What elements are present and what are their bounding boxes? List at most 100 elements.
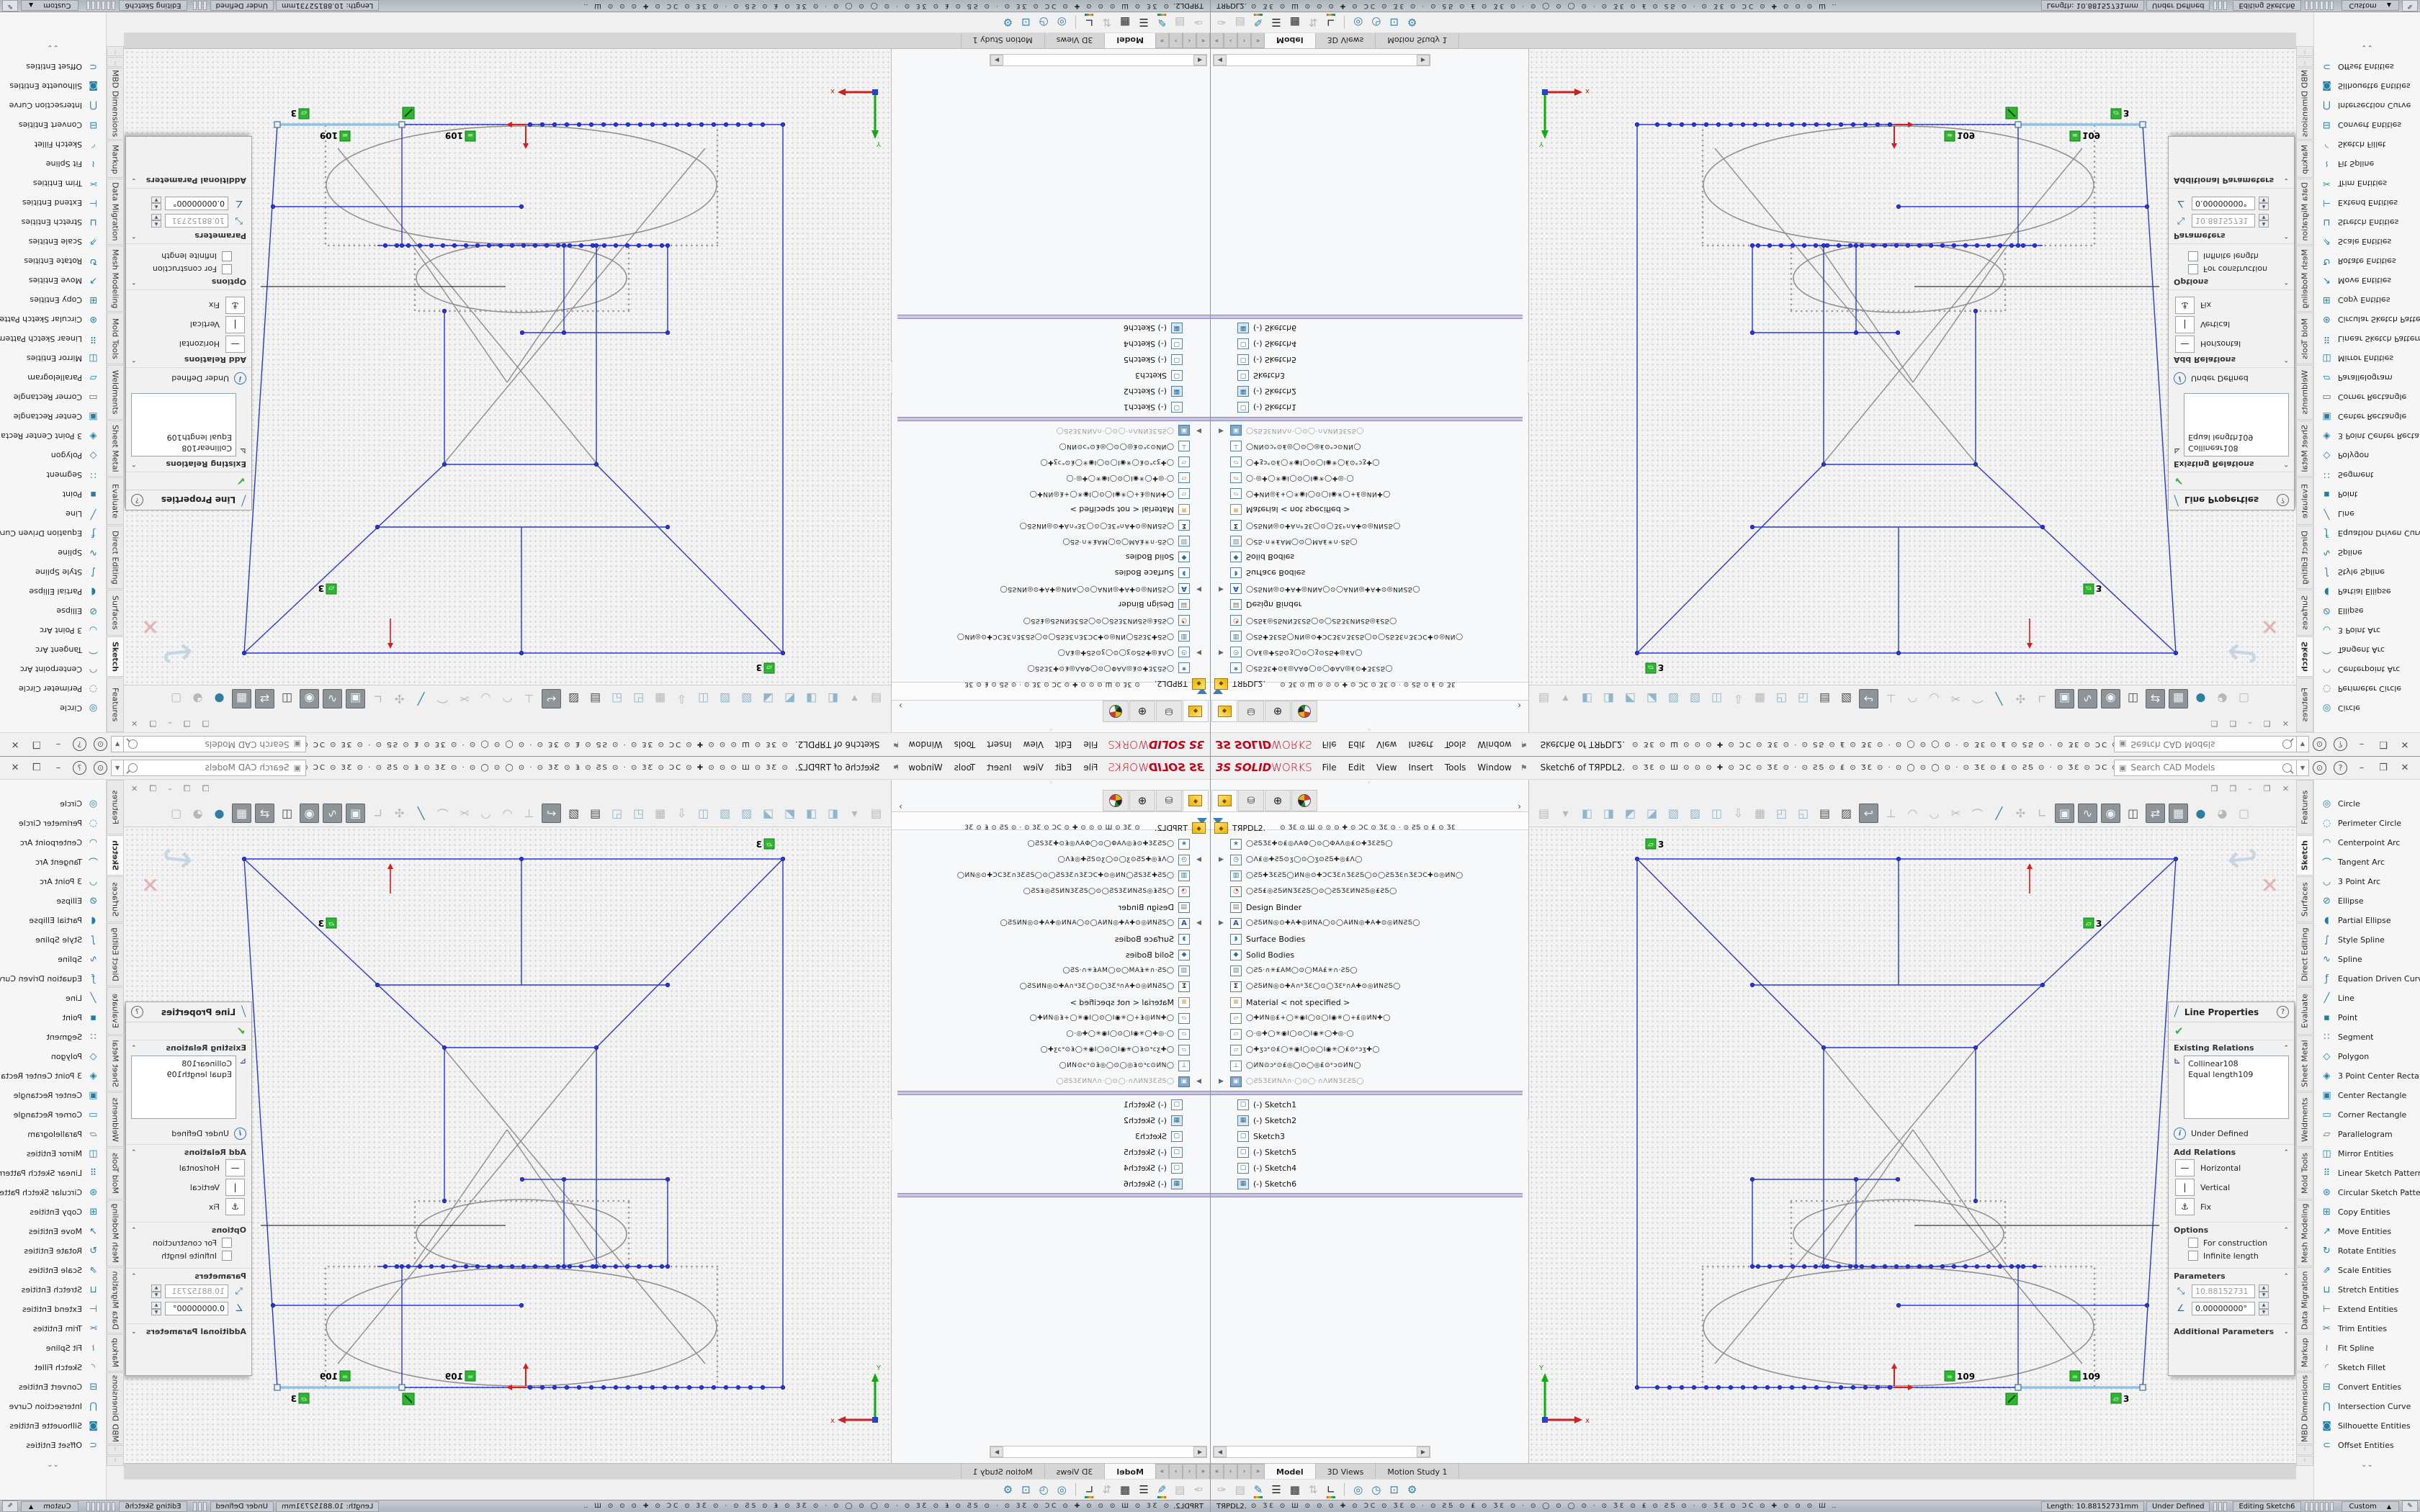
extrude-cut-icon[interactable]: ▨ (1686, 804, 1704, 822)
section-header[interactable]: Options⌃ (131, 1225, 246, 1235)
tool-item-mirror-entities[interactable]: ◫Mirror Entities (2314, 348, 2420, 368)
add-relation-fix[interactable]: ⚓Fix (131, 1198, 245, 1215)
box-view-icon[interactable]: ▢ (167, 690, 185, 708)
tool-item-offset-entities[interactable]: ⊂Offset Entities (0, 57, 106, 76)
search-icon[interactable] (128, 763, 138, 773)
tool-item-offset-entities[interactable]: ⊂Offset Entities (2314, 1436, 2420, 1455)
swept-boss-icon[interactable]: ◩ (1621, 804, 1639, 822)
length-field[interactable]: 10.88152731 (165, 1284, 228, 1298)
checkbox[interactable] (2188, 1251, 2198, 1261)
tree-item-selection-sets[interactable]: ◯ƧƼ✚ƷƐƧƼ◯ИΝ◎⊙✚ƆCƷƐ∩ƷƐƧƼ◯⊙◯ƧƼƷƐ∩ƷƐƆC✚⊙◎ИΝ… (897, 868, 1210, 883)
doc-close-button[interactable]: ✕ (131, 719, 138, 728)
spur-icon[interactable]: ✣ (390, 804, 408, 822)
search-input[interactable]: ▣ Search CAD Models (123, 760, 306, 776)
tool-item-center-rectangle[interactable]: ▣Center Rectangle (2314, 407, 2420, 426)
tab-features[interactable]: Features (2296, 678, 2313, 732)
folder-check-icon[interactable]: ⊡ (1389, 17, 1399, 28)
menu-insert[interactable]: Insert (981, 733, 1017, 757)
section-header[interactable]: Add Relations⌃ (131, 355, 246, 364)
revolve-boss-icon[interactable]: ◨ (802, 690, 820, 708)
doc-prev-icon[interactable]: ❐ (202, 784, 209, 793)
tab-prev-button[interactable]: ‹ (1183, 1464, 1196, 1480)
tool-item-equation-driven-curve[interactable]: ƒEquation Driven Curve (0, 523, 106, 543)
panel-tabs-overflow[interactable]: › (1512, 801, 1527, 811)
section-header[interactable]: Options⌃ (2174, 1225, 2289, 1235)
offset-entities-icon[interactable]: ◉ (2101, 804, 2120, 823)
tool-item-scale-entities[interactable]: ⇗Scale Entities (0, 1261, 106, 1280)
tool-item-copy-entities[interactable]: ⊞Copy Entities (0, 290, 106, 310)
open-doc-icon[interactable]: ▤ (1535, 804, 1553, 822)
tree-item-history[interactable]: ◯ƧƼƷƐ✚⊙₤◎ΛΑΦ◯⊙◯ΦΑΛ◎₤⊙✚ƷƐƧƼ◯ (1210, 660, 1523, 676)
refresh-check-icon[interactable]: ◎ (1057, 1485, 1067, 1495)
section-header[interactable]: Existing Relations⌃ (131, 459, 246, 469)
hole-wizard-icon[interactable]: ◫ (694, 804, 712, 822)
dropdown-icon[interactable]: ▾ (846, 690, 864, 708)
fillet-icon[interactable]: ▦ (651, 690, 669, 708)
mirror-entities-icon[interactable]: ◫ (2124, 690, 2142, 708)
add-relation-fix[interactable]: ⚓Fix (2175, 1198, 2289, 1215)
tree-item-solid-bodies[interactable]: Solid Bodies (897, 947, 1210, 963)
length-spinner[interactable]: ▲▼ (2259, 1284, 2269, 1298)
spur-icon[interactable]: ✣ (2012, 804, 2030, 822)
revolve-cut-icon[interactable]: ⇩ (1729, 690, 1747, 708)
fillet-icon[interactable]: ▦ (1751, 804, 1769, 822)
help-icon[interactable]: ? (2334, 761, 2347, 775)
dropdown-icon[interactable]: ▾ (846, 804, 864, 822)
tool-item-polygon[interactable]: ◇Polygon (2314, 1047, 2420, 1066)
tree-item-material[interactable]: Material < not specified > (897, 994, 1210, 1010)
layers-icon[interactable]: ▤ (1175, 17, 1185, 28)
tree-item-right-plane[interactable]: ◯✚ʒɔᵉ⊙₤◯✳◉I◯⊙◯I◉✳◯₤⊙ᵉɔʒ✚◯ (1210, 1042, 1523, 1058)
scroll-right-arrow[interactable]: ▶ (990, 1446, 1003, 1457)
save-icon[interactable]: ▤ (1816, 690, 1834, 708)
tool-item-centerpoint-arc[interactable]: ◠Centerpoint Arc (0, 660, 106, 679)
search-icon[interactable] (128, 740, 138, 750)
option-infinite-length[interactable]: Infinite length (131, 1251, 232, 1261)
doc-minimize-button[interactable]: – (2248, 784, 2252, 793)
tab-direct-editing[interactable]: Direct Editing (107, 526, 124, 589)
doc-close-button[interactable]: ✕ (2282, 719, 2289, 728)
spur-icon[interactable]: ✣ (2012, 690, 2030, 708)
tangent-arc-icon[interactable]: ⌒ (1968, 804, 1986, 822)
spur-icon[interactable]: ✣ (390, 690, 408, 708)
tool-item-3-point-arc[interactable]: ◡3 Point Arc (2314, 621, 2420, 640)
help-icon[interactable]: ? (2334, 738, 2347, 752)
tool-item-convert-entities[interactable]: ⊟Convert Entities (0, 115, 106, 135)
filter-icon[interactable]: ⇅ (1102, 1485, 1111, 1495)
axis-icon[interactable]: ∟ (1085, 1485, 1094, 1495)
tree-item-annotations[interactable]: ▶◯ƧƼИΝ◎⊙✚Α✚◎ИΝΑ◯⊙◯ΑИΝ◎✚Α✚⊙◎ИΝƧƼ◯ (897, 915, 1210, 931)
doc-restore-button[interactable]: ❐ (2264, 719, 2271, 728)
tool-item-3-point-center-recta-[interactable]: ◈3 Point Center Recta... (0, 1066, 106, 1086)
tab-sheet-metal[interactable]: Sheet Metal (107, 420, 124, 477)
tab-mesh-modeling[interactable]: Mesh Modeling (107, 1200, 124, 1266)
search-dropdown[interactable]: ▼ (2297, 760, 2309, 776)
tab-last-button[interactable]: » (1155, 32, 1169, 48)
tree-item-annotations[interactable]: ▶◯ƧƼИΝ◎⊙✚Α✚◎ИΝΑ◯⊙◯ΑИΝ◎✚Α✚⊙◎ИΝƧƼ◯ (1210, 581, 1523, 597)
tree-item-top-plane[interactable]: ◯·◎✚◯✳◉I◯⊙◯I◉✳◯✚◎·◯ (897, 470, 1210, 486)
hole-wizard-icon[interactable]: ◫ (1708, 690, 1726, 708)
tool-item-parallelogram[interactable]: ▱Parallelogram (0, 368, 106, 387)
axis-icon[interactable]: ∟ (1327, 17, 1336, 28)
tool-item-parallelogram[interactable]: ▱Parallelogram (0, 1125, 106, 1144)
tree-item-selection-sets[interactable]: ◯ƧƼ✚ƷƐƧƼ◯ИΝ◎⊙✚ƆCƷƐ∩ƷƐƧƼ◯⊙◯ƧƼƷƐ∩ƷƐƆC✚⊙◎ИΝ… (1210, 868, 1523, 883)
option-for-construction[interactable]: For construction (2188, 264, 2289, 274)
relation-item[interactable]: Collinear108 (2188, 1058, 2285, 1069)
menu-insert[interactable]: Insert (1402, 756, 1438, 780)
menu-edit[interactable]: Edit (1343, 733, 1371, 757)
smart-dimension-icon[interactable]: ⊥ (1882, 690, 1900, 708)
tab-evaluate[interactable]: Evaluate (2296, 987, 2313, 1035)
tool-item-partial-ellipse[interactable]: ◖Partial Ellipse (0, 911, 106, 930)
refresh-check-icon[interactable]: ◎ (1353, 17, 1363, 28)
sphere-display-icon[interactable]: ● (2192, 690, 2210, 708)
tree-item-scene[interactable]: ◯ƧƼ·∩✳₤ΑΜ◯⊙◯ΜΑ₤✳∩·ƧƼ◯ (897, 534, 1210, 549)
tangent-arc-icon[interactable]: ⌒ (434, 804, 452, 822)
tool-item-rotate-entities[interactable]: ↻Rotate Entities (0, 1241, 106, 1261)
move-entities-icon[interactable]: ⇄ (255, 804, 274, 823)
tab-features[interactable]: Features (2296, 780, 2313, 834)
rib-icon[interactable]: ◱ (608, 690, 626, 708)
tool-item-equation-driven-curve[interactable]: ƒEquation Driven Curve (2314, 523, 2420, 543)
status-tag-icon[interactable]: ✎ (2402, 1500, 2418, 1512)
tab-display-manager[interactable] (1291, 701, 1317, 722)
tree-item-equations[interactable]: ◯ƧƼИΝ◎⊙✚Α∩ᵖƷƐ◯⊙◯ƷƐᵖ∩Α✚⊙◎ИΝƧƼ◯ (1210, 978, 1523, 994)
menu-view[interactable]: View (1018, 756, 1049, 780)
tab-evaluate[interactable]: Evaluate (107, 477, 124, 525)
